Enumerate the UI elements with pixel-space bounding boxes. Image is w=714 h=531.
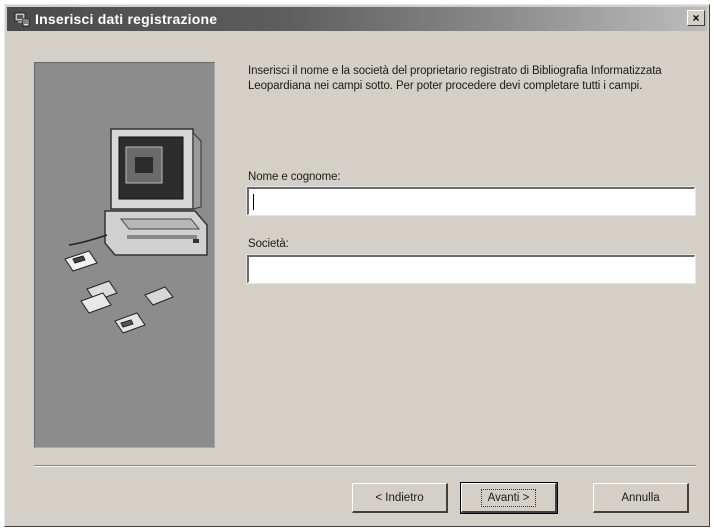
- name-label: Nome e cognome:: [248, 171, 341, 183]
- cancel-button[interactable]: Annulla: [593, 483, 689, 513]
- title-bar[interactable]: Inserisci dati registrazione ×: [7, 7, 707, 31]
- button-separator: [34, 465, 696, 467]
- next-button[interactable]: Avanti >: [460, 482, 558, 514]
- computer-illustration: [64, 128, 208, 334]
- company-label: Società:: [248, 238, 289, 250]
- setup-icon: [13, 10, 31, 28]
- close-icon: ×: [692, 11, 700, 25]
- cancel-button-label: Annulla: [621, 491, 660, 504]
- next-button-label: Avanti >: [480, 488, 537, 507]
- description-text: Inserisci il nome e la società del propr…: [248, 65, 662, 92]
- close-button[interactable]: ×: [687, 10, 705, 26]
- company-field[interactable]: [246, 254, 696, 284]
- name-field[interactable]: [246, 186, 696, 216]
- window-title: Inserisci dati registrazione: [35, 11, 218, 27]
- wizard-illustration-panel: [34, 62, 215, 448]
- back-button[interactable]: < Indietro: [352, 483, 448, 513]
- registration-dialog: Inserisci dati registrazione × Inserisci…: [4, 4, 710, 527]
- back-button-label: < Indietro: [375, 491, 424, 504]
- text-caret: [253, 194, 254, 210]
